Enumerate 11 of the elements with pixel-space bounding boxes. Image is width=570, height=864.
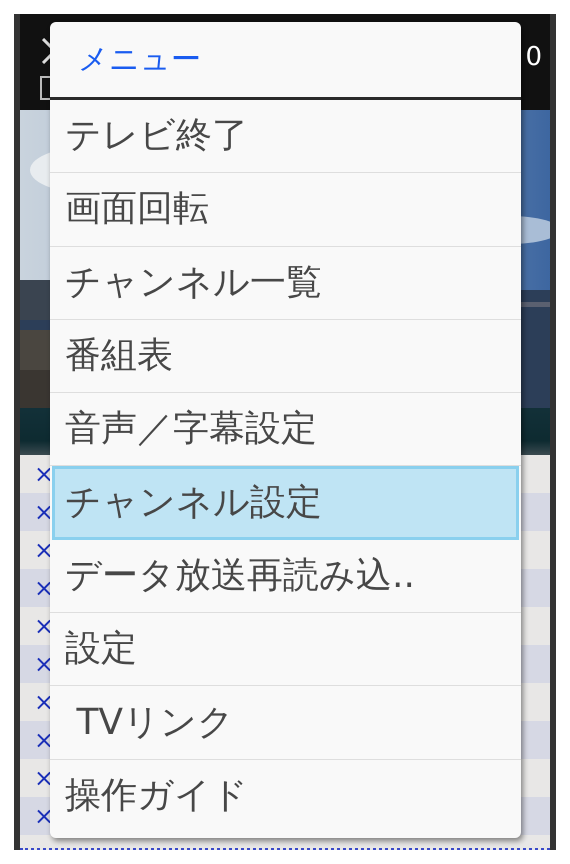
menu-item[interactable]: 設定 [50, 613, 521, 686]
menu-item[interactable]: チャンネル一覧 [50, 246, 521, 320]
menu-item[interactable]: チャンネル設定 [52, 466, 519, 540]
menu-item[interactable]: データ放送再読み込.. [50, 540, 521, 614]
menu-item[interactable]: TVリンク [50, 686, 521, 760]
menu-item[interactable]: 画面回転 [50, 173, 521, 247]
count-text: 0 [525, 44, 542, 70]
menu-title: メニュー [50, 22, 521, 100]
menu-item[interactable]: テレビ終了 [50, 100, 521, 174]
delete-mark[interactable]: × [34, 494, 54, 530]
menu-item[interactable]: 番組表 [50, 320, 521, 394]
